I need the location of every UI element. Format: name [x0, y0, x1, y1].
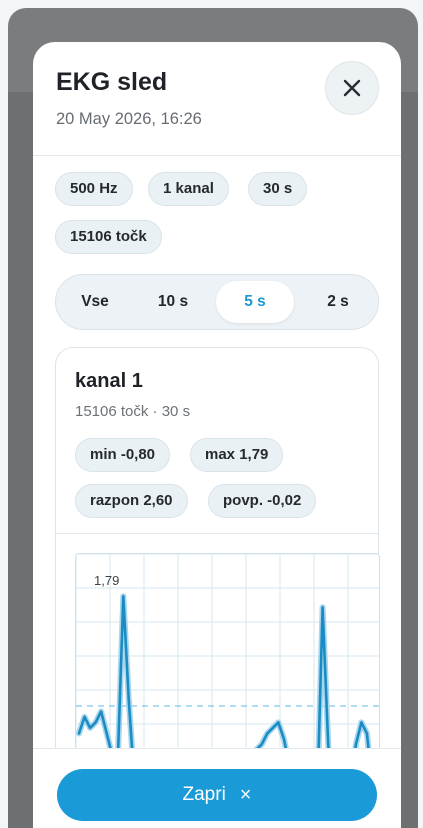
max-stat: max 1,79 — [190, 438, 284, 472]
segment-5s[interactable]: 5 s — [216, 281, 294, 323]
min-stat: min -0,80 — [75, 438, 171, 472]
channel-title: kanal 1 — [75, 370, 143, 392]
max-value-label: 1,79 — [94, 573, 119, 588]
range-stat: razpon 2,60 — [75, 484, 188, 518]
close-icon — [343, 79, 361, 97]
channels-chip: 1 kanal — [148, 172, 229, 206]
sheet-title: EKG sled — [56, 68, 168, 96]
segment-2s[interactable]: 2 s — [302, 281, 374, 323]
close-primary-label: Zapri — [182, 784, 226, 805]
sheet-subtitle: 20 May 2026, 16:26 — [56, 110, 202, 128]
sheet-footer: Zapri × — [33, 748, 401, 828]
close-icon: × — [239, 783, 252, 806]
duration-chip: 30 s — [248, 172, 308, 206]
segment-all[interactable]: Vse — [60, 281, 130, 323]
close-button[interactable] — [325, 61, 379, 115]
time-range-segmented-control: Vse 10 s 5 s 2 s — [55, 274, 379, 330]
card-divider — [56, 533, 378, 534]
avg-stat: povp. -0,02 — [208, 484, 317, 518]
points-chip: 15106 točk — [55, 220, 162, 254]
segment-10s[interactable]: 10 s — [137, 281, 209, 323]
sample-rate-chip: 500 Hz — [55, 172, 133, 206]
channel-subtitle: 15106 točk · 30 s — [75, 403, 191, 420]
close-primary-button[interactable]: Zapri × — [57, 769, 377, 821]
sheet-header: EKG sled 20 May 2026, 16:26 — [33, 42, 401, 156]
ekg-sheet: EKG sled 20 May 2026, 16:26 500 Hz 1 kan… — [33, 42, 401, 828]
